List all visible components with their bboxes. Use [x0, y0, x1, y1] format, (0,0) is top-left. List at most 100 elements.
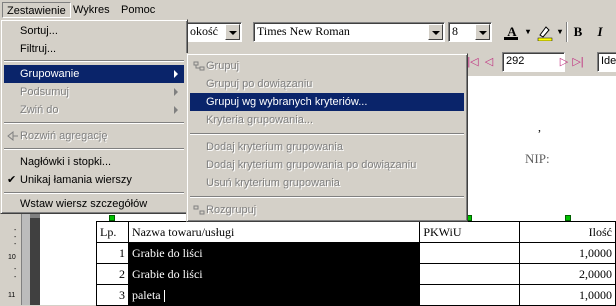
submenu-item-grupuj-po-dowiazaniu[interactable]: Grupuj po dowiązaniu	[190, 75, 464, 93]
right-field[interactable]: Ide	[597, 52, 616, 72]
cell-pkwiu[interactable]	[419, 242, 521, 264]
comma-text: ,	[538, 120, 541, 134]
menu-item-podsumuj[interactable]: Podsumuj	[4, 83, 184, 101]
menu-item-zwin-do[interactable]: Zwiń do	[4, 101, 184, 119]
menu-item-filtruj[interactable]: Filtruj...	[4, 40, 184, 58]
menu-separator	[190, 196, 464, 198]
font-color-dropdown[interactable]: ▾	[524, 22, 532, 42]
page-navigation: |◁ ◁ 292 ▷ ▷| Ide	[465, 52, 616, 74]
submenu-item-label: Grupuj wg wybranych kryteriów...	[206, 96, 368, 108]
italic-label: I	[597, 24, 603, 39]
header-lp[interactable]: Lp.	[96, 221, 129, 243]
page-number-field[interactable]: 292	[502, 52, 565, 72]
expand-aggregation-icon	[7, 131, 18, 141]
ruler-number: 10	[8, 254, 16, 261]
cell-qty[interactable]: 2,0000	[519, 263, 616, 285]
font-combo[interactable]: Times New Roman	[253, 22, 445, 42]
nip-label: NIP:	[525, 151, 550, 166]
menu-wykres[interactable]: Wykres	[69, 2, 114, 18]
menu-item-label: Podsumuj	[20, 86, 69, 98]
highlight-dropdown[interactable]: ▾	[556, 22, 564, 42]
menu-separator	[190, 133, 464, 135]
ruler-number: 11	[8, 292, 16, 299]
zestawienie-menu: Sortuj... Filtruj... Grupowanie Podsumuj…	[0, 19, 188, 214]
table-row[interactable]: 1 Grabie do liści 1,0000	[96, 242, 616, 264]
ungroup-icon	[193, 205, 205, 215]
first-page-icon[interactable]: |◁	[467, 55, 479, 69]
submenu-item-dodaj-kryterium[interactable]: Dodaj kryterium grupowania	[190, 138, 464, 156]
font-size-combo[interactable]: 8	[448, 22, 492, 42]
menu-item-label: Zwiń do	[20, 104, 59, 116]
next-page-icon[interactable]: ▷	[558, 55, 570, 69]
submenu-item-dodaj-kryterium-dowiazanie[interactable]: Dodaj kryterium grupowania po dowiązaniu	[190, 156, 464, 174]
cell-name-text: paleta	[131, 287, 161, 302]
menu-pomoc[interactable]: Pomoc	[117, 2, 159, 18]
cell-lp[interactable]: 3	[96, 284, 129, 306]
font-color-button[interactable]: A	[500, 22, 524, 42]
menu-item-label: Filtruj...	[20, 43, 57, 55]
ruler-tick: -	[14, 227, 17, 234]
menu-separator	[4, 122, 184, 124]
table-header-row: Lp. Nazwa towaru/usługi PKWiU Ilość	[96, 221, 616, 243]
font-size-value: 8	[452, 24, 458, 38]
header-name[interactable]: Nazwa towaru/usługi	[127, 221, 421, 243]
menu-item-grupowanie[interactable]: Grupowanie	[4, 65, 184, 83]
cell-lp[interactable]: 1	[96, 242, 129, 264]
cell-lp[interactable]: 2	[96, 263, 129, 285]
prev-page-icon[interactable]: ◁	[483, 55, 495, 69]
size-combo-value: okość	[190, 24, 218, 38]
page-number-value: 292	[506, 55, 525, 67]
font-combo-value: Times New Roman	[257, 24, 350, 38]
submenu-item-rozgrupuj[interactable]: Rozgrupuj	[190, 201, 464, 219]
cell-name[interactable]: Grabie do liści	[127, 242, 421, 264]
submenu-item-label: Usuń kryterium grupowania	[206, 177, 340, 189]
cell-pkwiu[interactable]	[419, 284, 521, 306]
menu-separator	[4, 148, 184, 150]
cell-qty[interactable]: 1,0000	[519, 284, 616, 306]
chevron-down-icon[interactable]	[475, 24, 490, 40]
toolbar-separator	[566, 22, 568, 42]
highlight-button[interactable]	[534, 22, 556, 42]
section-marker	[30, 218, 40, 305]
last-page-icon[interactable]: ▷|	[572, 55, 584, 69]
menu-zestawienie-label: Zestawienie	[7, 5, 66, 17]
text-cursor	[163, 289, 165, 302]
menu-item-naglowki[interactable]: Nagłówki i stopki...	[4, 153, 184, 171]
menu-item-label: Grupowanie	[20, 68, 80, 80]
cell-qty[interactable]: 1,0000	[519, 242, 616, 264]
menu-zestawienie[interactable]: Zestawienie	[2, 2, 71, 18]
menu-item-sortuj[interactable]: Sortuj...	[4, 22, 184, 40]
bold-button[interactable]: B	[570, 22, 586, 42]
submenu-item-usun-kryterium[interactable]: Usuń kryterium grupowania	[190, 174, 464, 192]
table-row[interactable]: 3 paleta 1,0000	[96, 284, 616, 306]
submenu-item-grupuj[interactable]: Grupuj	[190, 57, 464, 75]
font-color-bar	[504, 37, 518, 40]
cell-name[interactable]: Grabie do liści	[127, 263, 421, 285]
submenu-item-grupuj-wg-kryteriow[interactable]: Grupuj wg wybranych kryteriów...	[190, 93, 464, 111]
menu-item-label: Nagłówki i stopki...	[20, 156, 112, 168]
menu-separator	[4, 60, 184, 62]
menu-wykres-label: Wykres	[73, 4, 110, 16]
menu-item-wstaw-wiersz[interactable]: Wstaw wiersz szczegółów	[4, 195, 184, 213]
submenu-item-label: Rozgrupuj	[206, 204, 257, 216]
size-combo[interactable]: okość	[186, 22, 242, 42]
chevron-down-icon[interactable]	[225, 24, 240, 40]
checkmark-icon: ✔	[7, 174, 17, 186]
header-pkwiu[interactable]: PKWiU	[419, 221, 521, 243]
highlighter-icon	[537, 26, 553, 42]
ruler-tick: -	[14, 274, 17, 281]
chevron-down-icon[interactable]	[428, 24, 443, 40]
table-row[interactable]: 2 Grabie do liści 2,0000	[96, 263, 616, 285]
ruler-tick: -	[14, 234, 17, 241]
menu-bar: Zestawienie Wykres Pomoc	[0, 0, 616, 20]
menu-pomoc-label: Pomoc	[121, 4, 156, 16]
menu-item-rozwin-agregacje[interactable]: Rozwiń agregację	[4, 127, 184, 145]
italic-button[interactable]: I	[592, 22, 608, 42]
cell-pkwiu[interactable]	[419, 263, 521, 285]
bold-label: B	[573, 24, 583, 39]
header-qty[interactable]: Ilość	[519, 221, 616, 243]
submenu-arrow-icon	[174, 70, 178, 78]
submenu-item-kryteria[interactable]: Kryteria grupowania...	[190, 111, 464, 129]
menu-item-unikaj-lamania[interactable]: ✔ Unikaj łamania wierszy	[4, 171, 184, 189]
cell-name-editing[interactable]: paleta	[127, 284, 421, 306]
